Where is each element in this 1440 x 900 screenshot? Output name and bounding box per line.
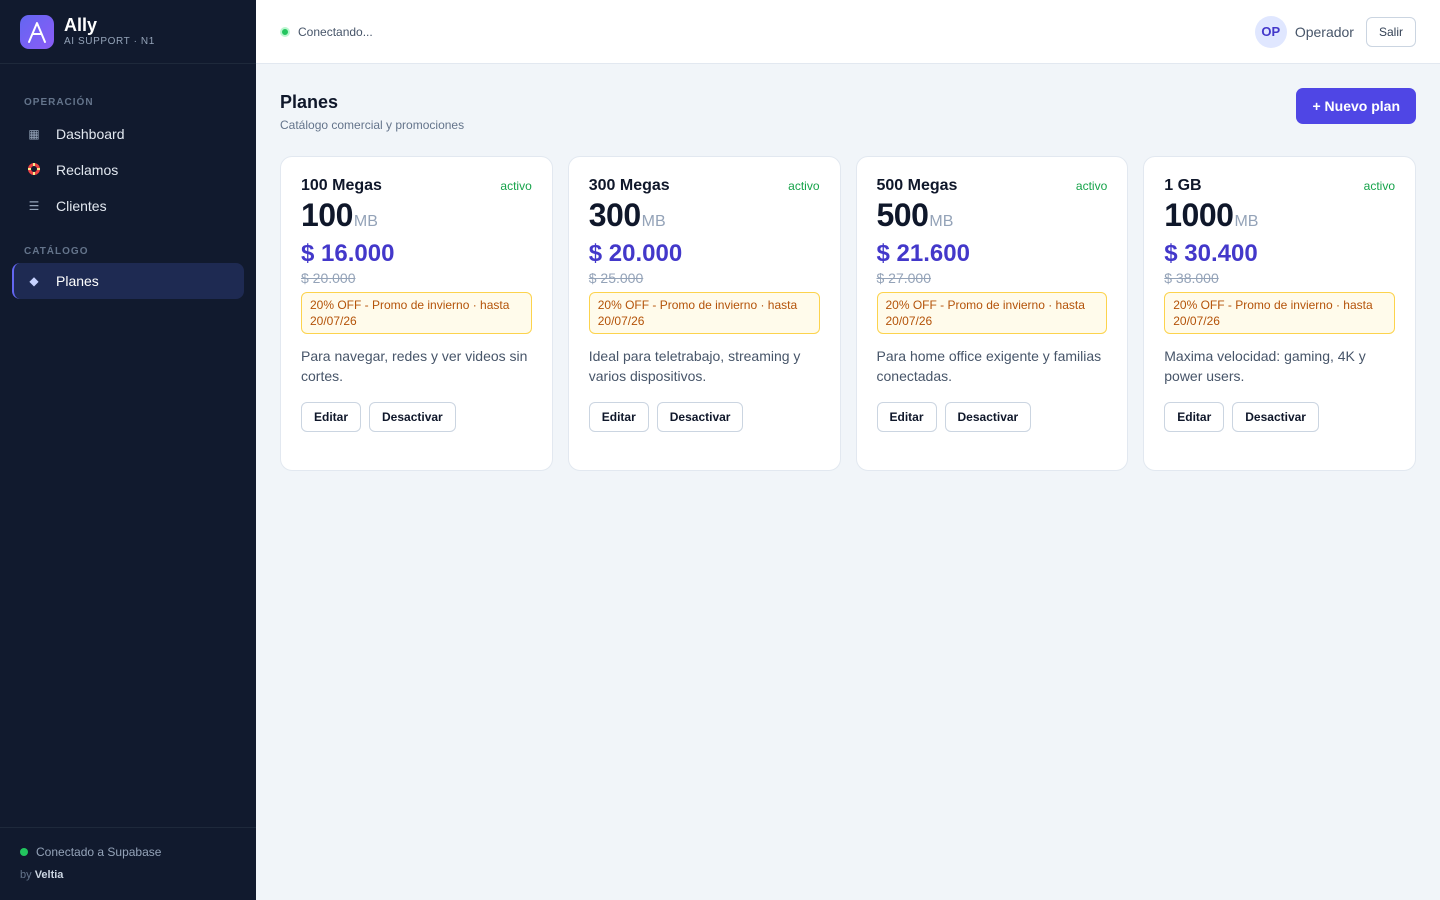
plan-old-price: $ 20.000 bbox=[301, 270, 356, 286]
plan-speed-unit: MB bbox=[353, 213, 378, 230]
plan-speed: 300 bbox=[588, 197, 641, 233]
grid-icon: ▦ bbox=[28, 127, 40, 141]
brand-name: Ally bbox=[64, 15, 98, 35]
sidebar-item-label: Dashboard bbox=[56, 126, 125, 142]
plan-description: Maxima velocidad: gaming, 4K y power use… bbox=[1164, 348, 1366, 384]
plan-card: 1 GB activo 1000 MB $ 30.400 $ 38.000 20… bbox=[1143, 156, 1416, 471]
brand-subtitle: AI SUPPORT · N1 bbox=[64, 36, 155, 47]
sidebar: Ally AI SUPPORT · N1 OPERACIÓN ▦ Dashboa… bbox=[0, 0, 256, 900]
sidebar-item-label: Reclamos bbox=[56, 162, 119, 178]
avatar[interactable]: OP bbox=[1254, 15, 1287, 48]
logout-button[interactable]: Salir bbox=[1365, 16, 1416, 47]
new-plan-button[interactable]: + Nuevo plan bbox=[1296, 88, 1416, 124]
page-subtitle: Catálogo comercial y promociones bbox=[280, 118, 465, 132]
topbar: Conectando... OP Operador Salir bbox=[256, 0, 1440, 64]
plan-price: $ 20.000 bbox=[588, 240, 683, 267]
page-title: Planes bbox=[280, 92, 339, 112]
plan-old-price: $ 38.000 bbox=[1164, 270, 1219, 286]
sidebar-item-label: Clientes bbox=[56, 198, 107, 214]
lifebuoy-icon bbox=[26, 162, 42, 179]
byline-prefix: by bbox=[20, 869, 32, 881]
plan-name: 500 Megas bbox=[876, 177, 958, 194]
sidebar-item-planes[interactable]: ◆ Planes bbox=[12, 263, 244, 299]
user-name: Operador bbox=[1294, 23, 1354, 40]
ally-logo-icon bbox=[20, 14, 54, 49]
connection-indicator: Conectando... bbox=[280, 25, 373, 39]
nav-section-operacion: OPERACIÓN bbox=[24, 97, 94, 108]
plan-speed-unit: MB bbox=[929, 213, 954, 230]
plan-name: 300 Megas bbox=[588, 177, 670, 194]
plan-promo-badge: 20% OFF - Promo de invierno · hasta 20/0… bbox=[1164, 292, 1395, 334]
plan-name: 100 Megas bbox=[301, 177, 382, 194]
byline: by Veltia bbox=[20, 869, 236, 881]
connection-status: Conectado a Supabase bbox=[20, 845, 236, 859]
plan-status-badge: activo bbox=[1363, 179, 1395, 193]
edit-plan-button[interactable]: Editar bbox=[588, 402, 649, 432]
sidebar-footer: Conectado a Supabase by Veltia bbox=[0, 827, 256, 900]
brand[interactable]: Ally AI SUPPORT · N1 bbox=[0, 0, 256, 64]
plan-description: Para home office exigente y familias con… bbox=[876, 348, 1102, 384]
plans-grid: 100 Megas activo 100 MB $ 16.000 $ 20.00… bbox=[280, 156, 1416, 471]
plan-promo-badge: 20% OFF - Promo de invierno · hasta 20/0… bbox=[301, 292, 532, 334]
plan-price: $ 16.000 bbox=[301, 240, 395, 267]
byline-company: Veltia bbox=[34, 869, 64, 881]
plan-description: Ideal para teletrabajo, streaming y vari… bbox=[588, 348, 801, 384]
plan-speed-unit: MB bbox=[1234, 213, 1259, 230]
plan-name: 1 GB bbox=[1164, 177, 1202, 194]
edit-plan-button[interactable]: Editar bbox=[876, 402, 937, 432]
edit-plan-button[interactable]: Editar bbox=[301, 402, 362, 432]
plan-old-price: $ 27.000 bbox=[876, 270, 932, 286]
sidebar-item-dashboard[interactable]: ▦ Dashboard bbox=[12, 116, 244, 152]
plan-speed: 500 bbox=[876, 197, 929, 233]
plan-speed: 1000 bbox=[1164, 197, 1234, 233]
plan-price: $ 30.400 bbox=[1164, 240, 1258, 267]
main-content: Planes Catálogo comercial y promociones … bbox=[256, 64, 1440, 900]
sidebar-item-clientes[interactable]: ☰ Clientes bbox=[12, 188, 244, 224]
deactivate-plan-button[interactable]: Desactivar bbox=[1232, 402, 1319, 432]
plan-promo-badge: 20% OFF - Promo de invierno · hasta 20/0… bbox=[588, 292, 820, 334]
edit-plan-button[interactable]: Editar bbox=[1164, 402, 1225, 432]
diamond-icon: ◆ bbox=[29, 274, 39, 288]
deactivate-plan-button[interactable]: Desactivar bbox=[944, 402, 1032, 432]
plan-description: Para navegar, redes y ver videos sin cor… bbox=[301, 348, 528, 384]
plan-status-badge: activo bbox=[1075, 179, 1108, 193]
plan-card: 100 Megas activo 100 MB $ 16.000 $ 20.00… bbox=[280, 156, 553, 471]
nav-section-catalogo: CATÁLOGO bbox=[24, 246, 89, 257]
plan-promo-badge: 20% OFF - Promo de invierno · hasta 20/0… bbox=[876, 292, 1108, 334]
plan-card: 300 Megas activo 300 MB $ 20.000 $ 25.00… bbox=[567, 156, 841, 471]
plan-card: 500 Megas activo 500 MB $ 21.600 $ 27.00… bbox=[855, 156, 1129, 471]
plan-speed: 100 bbox=[301, 197, 353, 233]
list-icon: ☰ bbox=[28, 199, 40, 213]
plan-status-badge: activo bbox=[788, 179, 820, 193]
sidebar-item-label: Planes bbox=[56, 273, 99, 289]
plan-old-price: $ 25.000 bbox=[588, 270, 644, 286]
status-text: Conectando... bbox=[298, 24, 373, 39]
status-dot-icon bbox=[20, 848, 28, 856]
status-dot-icon bbox=[280, 26, 290, 37]
plan-status-badge: activo bbox=[500, 179, 532, 193]
deactivate-plan-button[interactable]: Desactivar bbox=[369, 402, 456, 432]
plan-speed-unit: MB bbox=[641, 213, 666, 230]
plan-price: $ 21.600 bbox=[876, 240, 970, 267]
connection-label: Conectado a Supabase bbox=[36, 845, 162, 859]
sidebar-item-reclamos[interactable]: Reclamos bbox=[12, 152, 244, 188]
deactivate-plan-button[interactable]: Desactivar bbox=[656, 402, 744, 432]
